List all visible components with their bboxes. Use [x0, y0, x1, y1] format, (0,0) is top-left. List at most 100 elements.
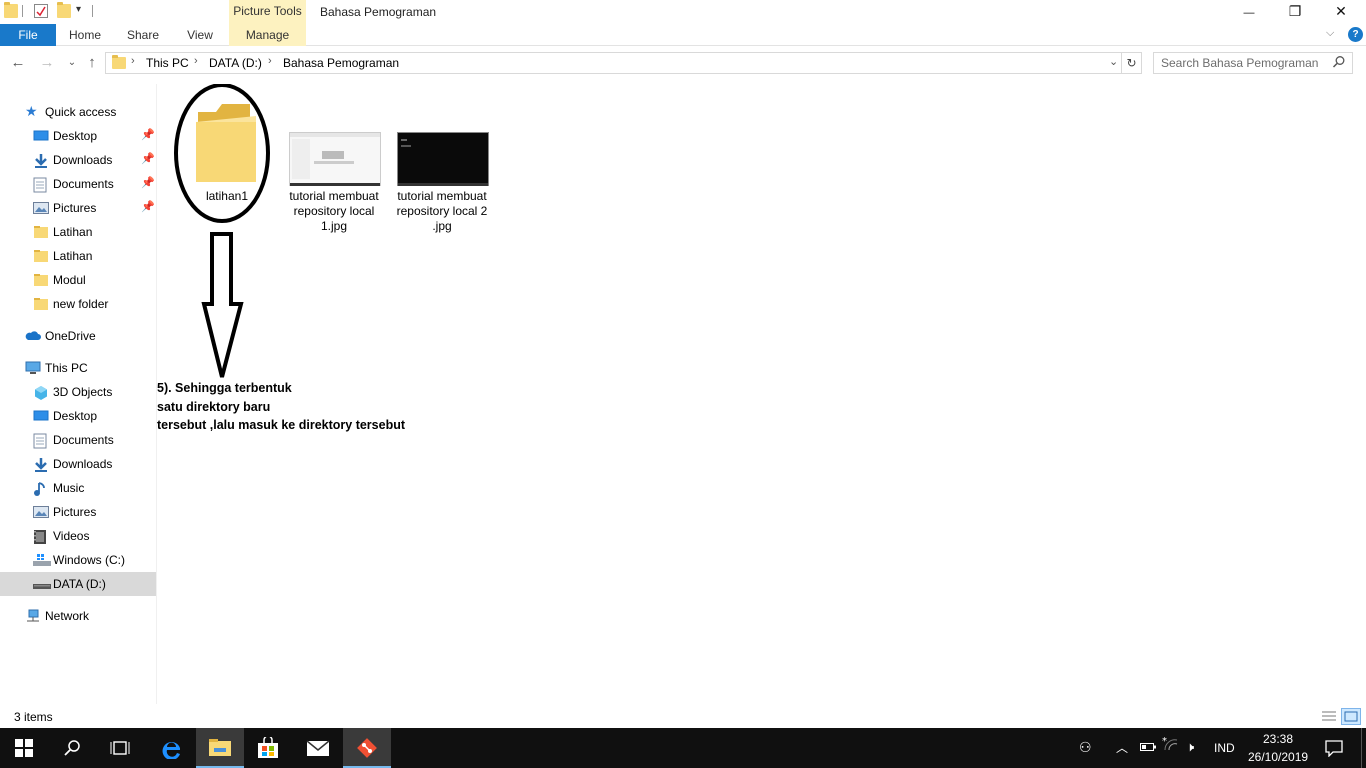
qa-separator [92, 5, 93, 17]
store-taskbar-button[interactable] [244, 728, 292, 768]
git-taskbar-button[interactable] [343, 728, 391, 768]
tab-file[interactable]: File [0, 24, 56, 46]
breadcrumb-current-folder[interactable]: Bahasa Pemograman [283, 56, 399, 70]
tab-share[interactable]: Share [120, 24, 166, 46]
start-button[interactable] [0, 728, 48, 768]
pictures-icon [33, 201, 49, 215]
nav-network[interactable]: Network [0, 604, 156, 628]
back-button[interactable]: ← [9, 54, 27, 72]
nav-item-pc-0[interactable]: 3D Objects [0, 380, 156, 404]
nav-label: Downloads [53, 457, 113, 471]
nav-quick-access[interactable]: ★ Quick access [0, 100, 156, 124]
minimize-button[interactable]: — [1226, 0, 1272, 24]
nav-item-pc-4[interactable]: Music [0, 476, 156, 500]
nav-item-quick-4[interactable]: Latihan [0, 220, 156, 244]
nav-item-quick-2[interactable]: Documents 📌 [0, 172, 156, 196]
data-drive-icon [33, 577, 51, 591]
nav-item-quick-6[interactable]: Modul [0, 268, 156, 292]
nav-label: Latihan [53, 225, 93, 239]
nav-label: Pictures [53, 505, 97, 519]
up-button[interactable]: ↑ [83, 54, 101, 72]
nav-item-pc-3[interactable]: Downloads [0, 452, 156, 476]
tab-home[interactable]: Home [62, 24, 108, 46]
nav-item-pc-7[interactable]: Windows (C:) [0, 548, 156, 572]
pin-icon[interactable]: 📌 [141, 176, 155, 189]
recent-locations-button[interactable]: ⌄ [63, 54, 81, 72]
refresh-button[interactable]: ↻ [1122, 52, 1142, 74]
search-icon[interactable] [1332, 55, 1346, 72]
nav-item-pc-6[interactable]: Videos [0, 524, 156, 548]
search-input[interactable] [1161, 56, 1329, 70]
downloads-icon [33, 153, 47, 168]
tab-manage[interactable]: Manage [229, 24, 306, 46]
forward-button[interactable]: → [38, 54, 56, 72]
nav-item-quick-0[interactable]: Desktop 📌 [0, 124, 156, 148]
qa-separator [22, 5, 23, 17]
downloads-icon [33, 457, 47, 472]
close-icon: ✕ [1335, 3, 1347, 19]
windows-logo-icon [15, 739, 33, 757]
nav-label: This PC [45, 361, 88, 375]
expand-ribbon-icon[interactable]: ⌵ [1326, 27, 1334, 40]
picture-tools-label: Picture Tools [233, 4, 302, 18]
close-button[interactable]: ✕ [1318, 0, 1364, 24]
annotation-text: 5). Sehingga terbentuk satu direktory ba… [157, 381, 406, 432]
nav-item-pc-2[interactable]: Documents [0, 428, 156, 452]
customize-qa-icon[interactable]: ▾ [76, 4, 81, 15]
tab-view[interactable]: View [178, 24, 222, 46]
mail-taskbar-button[interactable] [294, 728, 342, 768]
file-explorer-taskbar-button[interactable] [196, 728, 244, 768]
music-icon [33, 481, 47, 496]
action-center-icon[interactable] [1325, 739, 1343, 760]
network-icon [25, 609, 39, 623]
ribbon-tabs: File Home Share View Manage ⌵ ? [0, 24, 1366, 46]
videos-icon [33, 529, 47, 544]
nav-item-pc-5[interactable]: Pictures [0, 500, 156, 524]
forward-arrow-icon: → [39, 54, 55, 71]
nav-item-quick-1[interactable]: Downloads 📌 [0, 148, 156, 172]
nav-label: new folder [53, 297, 109, 311]
input-language-indicator[interactable]: IND [1214, 741, 1235, 755]
nav-onedrive[interactable]: OneDrive [0, 324, 156, 348]
nav-item-pc-1[interactable]: Desktop [0, 404, 156, 428]
star-icon: ★ [25, 103, 38, 119]
nav-label: Windows (C:) [53, 553, 126, 567]
battery-icon[interactable] [1140, 741, 1156, 755]
nav-item-quick-3[interactable]: Pictures 📌 [0, 196, 156, 220]
breadcrumb-data-drive[interactable]: DATA (D:) [209, 56, 262, 70]
restore-button[interactable]: ❐ [1272, 0, 1318, 24]
breadcrumb-separator: › [131, 55, 135, 67]
nav-this-pc[interactable]: This PC [0, 356, 156, 380]
windows-drive-icon [33, 553, 51, 567]
file-item-image[interactable]: tutorial membuat repository local 2 .jpg [392, 84, 492, 254]
nav-item-quick-5[interactable]: Latihan [0, 244, 156, 268]
new-folder-icon[interactable] [57, 2, 71, 18]
volume-icon[interactable]: 🕨 [1186, 739, 1194, 755]
people-icon[interactable]: ⚇ [1079, 739, 1092, 756]
show-desktop-strip[interactable] [1361, 728, 1366, 768]
search-taskbar-button[interactable] [48, 728, 96, 768]
search-box[interactable] [1153, 52, 1353, 74]
nav-item-pc-8[interactable]: DATA (D:) [0, 572, 156, 596]
nav-label: Music [53, 481, 85, 495]
task-view-button[interactable] [96, 728, 144, 768]
nav-label: Latihan [53, 249, 93, 263]
mail-envelope-icon [306, 740, 330, 756]
store-bag-icon [258, 737, 278, 758]
help-icon[interactable]: ? [1348, 27, 1363, 42]
pin-icon[interactable]: 📌 [141, 200, 155, 213]
wifi-icon[interactable]: * [1162, 736, 1178, 755]
edge-taskbar-button[interactable] [148, 728, 196, 768]
clock-time[interactable]: 23:38 [1263, 732, 1293, 746]
pin-icon[interactable]: 📌 [141, 128, 155, 141]
properties-icon[interactable] [34, 4, 48, 18]
breadcrumb-this-pc[interactable]: This PC [146, 56, 189, 70]
nav-item-quick-7[interactable]: new folder [0, 292, 156, 316]
show-hidden-icons-icon[interactable]: ︿ [1116, 739, 1128, 756]
clock-date[interactable]: 26/10/2019 [1248, 750, 1308, 764]
address-dropdown-icon[interactable]: ⌄ [1109, 55, 1118, 68]
large-icons-view-icon[interactable] [1341, 708, 1361, 725]
details-view-icon[interactable] [1320, 709, 1338, 723]
pin-icon[interactable]: 📌 [141, 152, 155, 165]
nav-label: Desktop [53, 129, 98, 143]
